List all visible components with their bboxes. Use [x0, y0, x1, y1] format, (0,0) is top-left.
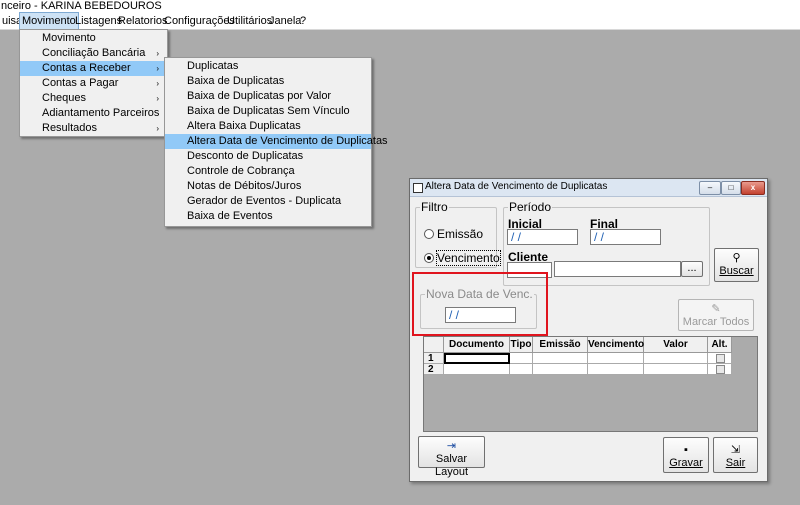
save-layout-icon: ⇥ [446, 440, 457, 452]
menu-item-gerador-eventos[interactable]: Gerador de Eventos - Duplicata [165, 194, 371, 209]
menu-item-desconto-duplicatas[interactable]: Desconto de Duplicatas [165, 149, 371, 164]
menu-item-baixa-duplicatas[interactable]: Baixa de Duplicatas [165, 74, 371, 89]
close-icon[interactable]: x [741, 181, 765, 195]
marcar-todos-button[interactable]: ✎ Marcar Todos [678, 299, 754, 331]
radio-dot-selected [424, 253, 434, 263]
col-documento[interactable]: Documento [444, 337, 510, 353]
menu-item-conciliacao-bancaria[interactable]: Conciliação Bancária › [20, 46, 167, 61]
menu-help[interactable]: ? [298, 13, 308, 29]
dialog-titlebar[interactable]: Altera Data de Vencimento de Duplicatas … [410, 179, 767, 197]
movimento-menu: Movimento Conciliação Bancária › Contas a… [19, 29, 168, 137]
radio-dot [424, 229, 434, 239]
cell-valor[interactable] [644, 353, 708, 364]
cell-documento[interactable] [444, 364, 510, 375]
sair-button[interactable]: ⇲ Sair [713, 437, 758, 473]
minimize-icon[interactable]: – [699, 181, 721, 195]
col-valor[interactable]: Valor [644, 337, 708, 353]
cliente-lookup-button[interactable]: ... [681, 261, 703, 277]
menu-movimento[interactable]: Movimento [19, 12, 79, 30]
menubar: uisa Movimento Listagens Relatorios Conf… [0, 12, 800, 30]
row-header: 2 [424, 364, 444, 375]
cell-valor[interactable] [644, 364, 708, 375]
sair-label: Sair [725, 457, 746, 469]
grid-corner [424, 337, 444, 353]
window-icon [413, 183, 423, 193]
floppy-disk-icon: ▪ [684, 444, 688, 456]
filtro-legend: Filtro [421, 200, 448, 214]
col-alt[interactable]: Alt. [708, 337, 732, 353]
cell-alt[interactable] [708, 353, 732, 364]
menu-item-baixa-duplicatas-sem-vinculo[interactable]: Baixa de Duplicatas Sem Vínculo [165, 104, 371, 119]
submenu-arrow-icon: › [156, 124, 159, 133]
col-emissao[interactable]: Emissão [533, 337, 588, 353]
menu-item-controle-cobranca[interactable]: Controle de Cobrança [165, 164, 371, 179]
menu-item-duplicatas[interactable]: Duplicatas [165, 59, 371, 74]
menu-item-resultados[interactable]: Resultados › [20, 121, 167, 136]
cliente-name-input[interactable] [554, 261, 681, 277]
cell-emissao[interactable] [533, 353, 588, 364]
exit-door-icon: ⇲ [730, 444, 741, 456]
menu-item-contas-a-pagar[interactable]: Contas a Pagar › [20, 76, 167, 91]
binoculars-icon: ⚲ [732, 252, 741, 264]
menu-item-cheques[interactable]: Cheques › [20, 91, 167, 106]
marcar-todos-label: Marcar Todos [682, 316, 750, 328]
cell-emissao[interactable] [533, 364, 588, 375]
cell-documento[interactable] [444, 353, 510, 364]
gravar-label: Gravar [669, 457, 703, 469]
radio-emissao-label: Emissão [437, 227, 484, 241]
cell-tipo[interactable] [510, 364, 533, 375]
submenu-arrow-icon: › [156, 94, 159, 103]
cell-alt[interactable] [708, 364, 732, 375]
mark-all-icon: ✎ [711, 303, 721, 315]
dialog-title: Altera Data de Vencimento de Duplicatas [425, 181, 608, 192]
buscar-button[interactable]: ⚲ Buscar [714, 248, 759, 282]
col-vencimento[interactable]: Vencimento [588, 337, 644, 353]
menu-item-adiantamento-parceiros[interactable]: Adiantamento Parceiros [20, 106, 167, 121]
radio-emissao[interactable]: Emissão [424, 227, 483, 241]
cell-vencimento[interactable] [588, 353, 644, 364]
menu-item-baixa-eventos[interactable]: Baixa de Eventos [165, 209, 371, 224]
row-header: 1 [424, 353, 444, 364]
app-title: nceiro - KARINA BEBEDOUROS [0, 0, 800, 13]
submenu-arrow-icon: › [156, 49, 159, 58]
contas-receber-submenu: Duplicatas Baixa de Duplicatas Baixa de … [164, 57, 388, 227]
highlight-annotation [412, 272, 548, 336]
menu-item-notas-debitos-juros[interactable]: Notas de Débitos/Juros [165, 179, 371, 194]
salvar-layout-button[interactable]: ⇥ Salvar Layout [418, 436, 485, 478]
restore-icon[interactable]: □ [721, 181, 741, 195]
salvar-layout-label: Salvar Layout [434, 453, 469, 478]
cell-vencimento[interactable] [588, 364, 644, 375]
submenu-arrow-icon: › [156, 64, 159, 73]
final-date-input[interactable]: / / [590, 229, 661, 245]
col-tipo[interactable]: Tipo [510, 337, 533, 353]
menu-item-baixa-duplicatas-valor[interactable]: Baixa de Duplicatas por Valor [165, 89, 371, 104]
duplicatas-grid[interactable]: Documento Tipo Emissão Vencimento Valor … [423, 336, 758, 432]
inicial-date-input[interactable]: / / [507, 229, 578, 245]
radio-vencimento[interactable]: Vencimento [424, 250, 501, 266]
buscar-label: Buscar [719, 265, 754, 277]
periodo-legend: Período [509, 200, 552, 214]
submenu-arrow-icon: › [156, 79, 159, 88]
menu-item-altera-data-vencimento[interactable]: Altera Data de Vencimento de Duplicatas [165, 134, 388, 149]
radio-vencimento-label: Vencimento [436, 250, 501, 266]
alt-checkbox[interactable] [716, 354, 725, 363]
menu-item-movimento[interactable]: Movimento [20, 31, 167, 46]
cell-tipo[interactable] [510, 353, 533, 364]
alt-checkbox[interactable] [716, 365, 725, 374]
menu-item-altera-baixa-duplicatas[interactable]: Altera Baixa Duplicatas [165, 119, 371, 134]
menu-item-contas-a-receber[interactable]: Contas a Receber › [20, 61, 167, 76]
gravar-button[interactable]: ▪ Gravar [663, 437, 709, 473]
